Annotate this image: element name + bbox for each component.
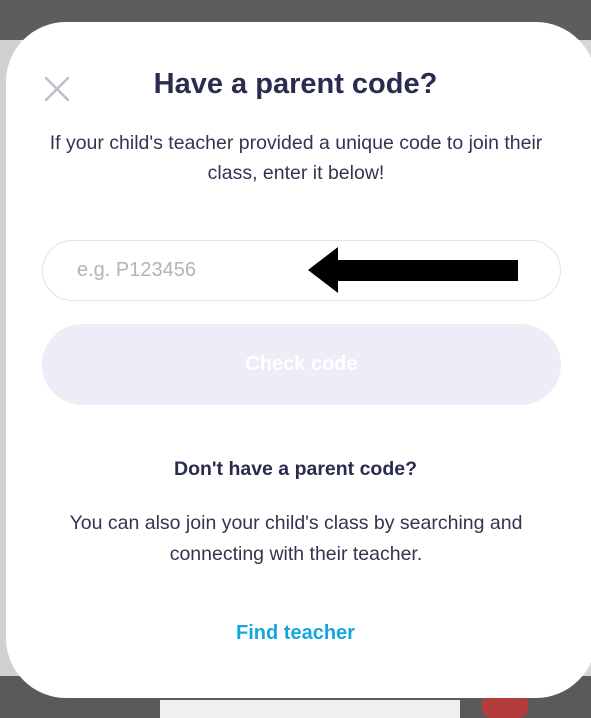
dialog-title: Have a parent code? [153, 68, 438, 100]
no-code-heading: Don't have a parent code? [173, 458, 418, 480]
check-code-button[interactable]: Check code [42, 324, 561, 405]
left-arrow-icon [308, 247, 518, 293]
dialog-subtitle: If your child's teacher provided a uniqu… [49, 132, 543, 184]
no-code-description: You can also join your child's class by … [69, 512, 523, 565]
find-teacher-link[interactable]: Find teacher [0, 622, 591, 645]
backdrop-bottom-light [160, 700, 460, 718]
